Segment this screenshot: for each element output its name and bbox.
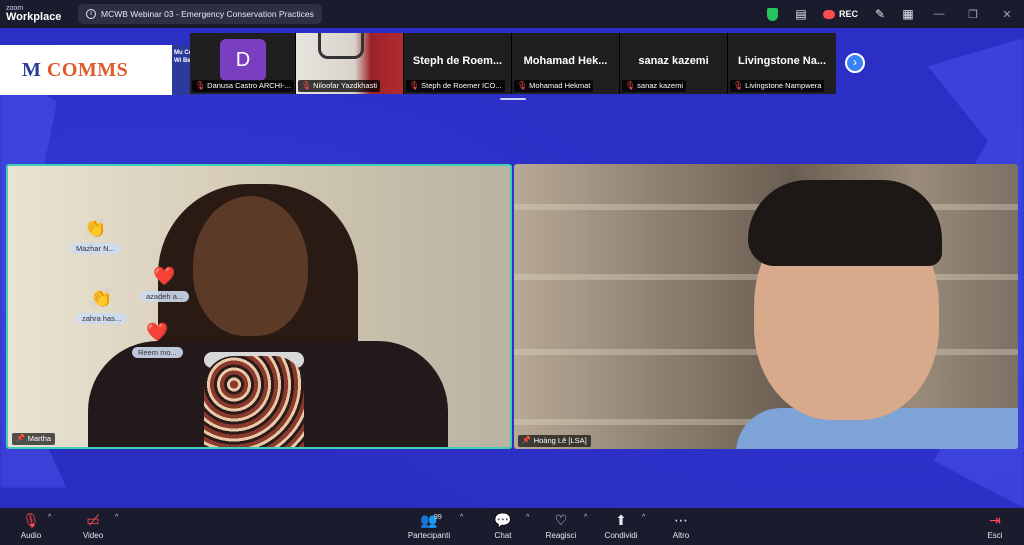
info-icon: i	[86, 9, 96, 19]
heart-icon: ❤️	[153, 266, 176, 286]
participant-label: 🎙 Livingstone Nampwera	[730, 80, 825, 92]
participant-thumb[interactable]: 🎙 Niloofar Yazdkhasti	[296, 33, 404, 94]
share-button[interactable]: ⬆ Condividi	[596, 510, 646, 542]
mic-off-icon: 🎙	[301, 81, 312, 90]
logo-line2: Workplace	[6, 11, 62, 23]
video-tile-active-speaker[interactable]: 👏 Mazhar N... ❤️ azadeh a... 👏 zahra has…	[6, 164, 512, 449]
reaction-bubble: 👏 zahra has...	[76, 288, 128, 326]
meeting-toolbar: 🎙 Audio ^ ▭̸ Video ^ 👥 99 Partecipanti ^ …	[0, 508, 1024, 545]
video-options-caret[interactable]: ^	[115, 514, 118, 521]
exit-icon: ⇥	[989, 512, 1001, 528]
comms-logo: M COMMS	[22, 58, 129, 81]
video-button[interactable]: ▭̸ Video	[68, 510, 118, 542]
strip-resize-handle[interactable]	[500, 98, 526, 100]
heart-icon: ❤️	[146, 322, 169, 342]
notes-icon[interactable]: ▤	[789, 0, 813, 28]
participant-name: Mohamad Hek...	[523, 55, 608, 67]
participant-name-tag: 📌 Hoàng Lê [LSA]	[518, 435, 591, 447]
reaction-bubble: ❤️ Reem mo...	[132, 322, 183, 360]
gallery-strip: D 🎙 Danusa Castro ARCHI-... 🎙 Niloofar Y…	[190, 33, 836, 94]
maximize-button[interactable]: ❐	[956, 0, 990, 28]
participant-label: 🎙 Danusa Castro ARCHI-...	[192, 80, 294, 92]
reaction-name: azadeh a...	[140, 291, 190, 302]
participant-thumb[interactable]: Livingstone Na... 🎙 Livingstone Nampwera	[728, 33, 836, 94]
close-window-button[interactable]: ✕	[990, 0, 1024, 28]
participant-thumb[interactable]: sanaz kazemi 🎙 sanaz kazemi	[620, 33, 728, 94]
pin-icon: 📌	[16, 435, 25, 442]
participant-thumb[interactable]: Steph de Roem... 🎙 Steph de Roemer ICO..…	[404, 33, 512, 94]
avatar: D	[220, 39, 266, 81]
participant-name-tag: 📌 Martha	[12, 433, 56, 445]
leave-button[interactable]: ⇥ Esci	[970, 510, 1020, 542]
participant-label: 🎙 Mohamad Hekmat	[514, 80, 594, 92]
pin-icon: 📌	[522, 437, 531, 444]
view-layout-icon[interactable]: ▦	[896, 0, 920, 28]
reaction-name: zahra has...	[76, 313, 128, 324]
clap-icon: 👏	[90, 288, 113, 308]
cloud-record-icon	[822, 9, 835, 19]
participant-thumb[interactable]: D 🎙 Danusa Castro ARCHI-...	[190, 33, 296, 94]
reaction-bubble: 👏 Mazhar N...	[70, 218, 121, 256]
people-icon: 👥 99	[404, 510, 454, 530]
security-shield-icon[interactable]	[761, 0, 785, 28]
participant-count: 99	[434, 514, 442, 521]
meeting-info-button[interactable]: i MCWB Webinar 03 - Emergency Conservati…	[78, 4, 322, 24]
reaction-name: Reem mo...	[132, 347, 183, 358]
share-screen-icon: ⬆	[615, 512, 627, 528]
chat-button[interactable]: 💬 Chat	[478, 510, 528, 542]
mic-off-icon: 🎙	[517, 81, 528, 90]
reactions-button[interactable]: ♡ Reagisci	[536, 510, 586, 542]
meeting-title: MCWB Webinar 03 - Emergency Conservation…	[101, 9, 314, 19]
mic-off-icon: 🎙	[195, 81, 206, 90]
clap-icon: 👏	[84, 218, 107, 238]
participant-label: 🎙 sanaz kazemi	[622, 80, 687, 92]
participant-name: Livingstone Na...	[737, 55, 826, 67]
mic-off-icon: 🎙	[625, 81, 636, 90]
audio-options-caret[interactable]: ^	[48, 514, 51, 521]
chat-options-caret[interactable]: ^	[526, 514, 529, 521]
gallery-next-button[interactable]: ›	[845, 53, 865, 73]
sponsor-banner: M COMMS Mu Con Wi Be	[0, 45, 202, 95]
participants-button[interactable]: 👥 99 Partecipanti	[404, 510, 454, 542]
participant-label: 🎙 Steph de Roemer ICO...	[406, 80, 505, 92]
share-options-caret[interactable]: ^	[642, 514, 645, 521]
chevron-right-icon: ›	[853, 55, 857, 69]
mic-off-icon: 🎙	[409, 81, 420, 90]
participant-name: sanaz kazemi	[638, 55, 709, 67]
more-dots-icon: ⋯	[674, 512, 688, 528]
minimize-button[interactable]: —	[922, 0, 956, 28]
participants-options-caret[interactable]: ^	[460, 514, 463, 521]
camera-off-icon: ▭̸	[86, 512, 100, 528]
zoom-logo: zoom Workplace	[0, 5, 72, 23]
reaction-bubble: ❤️ azadeh a...	[140, 266, 190, 304]
mic-off-icon: 🎙	[733, 81, 744, 90]
rec-label: REC	[838, 9, 858, 19]
reaction-name: Mazhar N...	[70, 243, 121, 254]
video-tile[interactable]: 📌 Hoàng Lê [LSA]	[514, 164, 1018, 449]
participant-name: Steph de Roem...	[412, 55, 503, 67]
participant-thumb[interactable]: Mohamad Hek... 🎙 Mohamad Hekmat	[512, 33, 620, 94]
participant-label: 🎙 Niloofar Yazdkhasti	[298, 80, 381, 92]
reactions-options-caret[interactable]: ^	[584, 514, 587, 521]
ai-companion-icon[interactable]: ✎	[868, 0, 892, 28]
title-bar: zoom Workplace i MCWB Webinar 03 - Emerg…	[0, 0, 1024, 28]
chat-bubble-icon: 💬	[494, 512, 512, 528]
more-button[interactable]: ⋯ Altro	[656, 510, 706, 542]
recording-indicator[interactable]: REC	[822, 9, 858, 19]
heart-outline-icon: ♡	[554, 512, 568, 528]
